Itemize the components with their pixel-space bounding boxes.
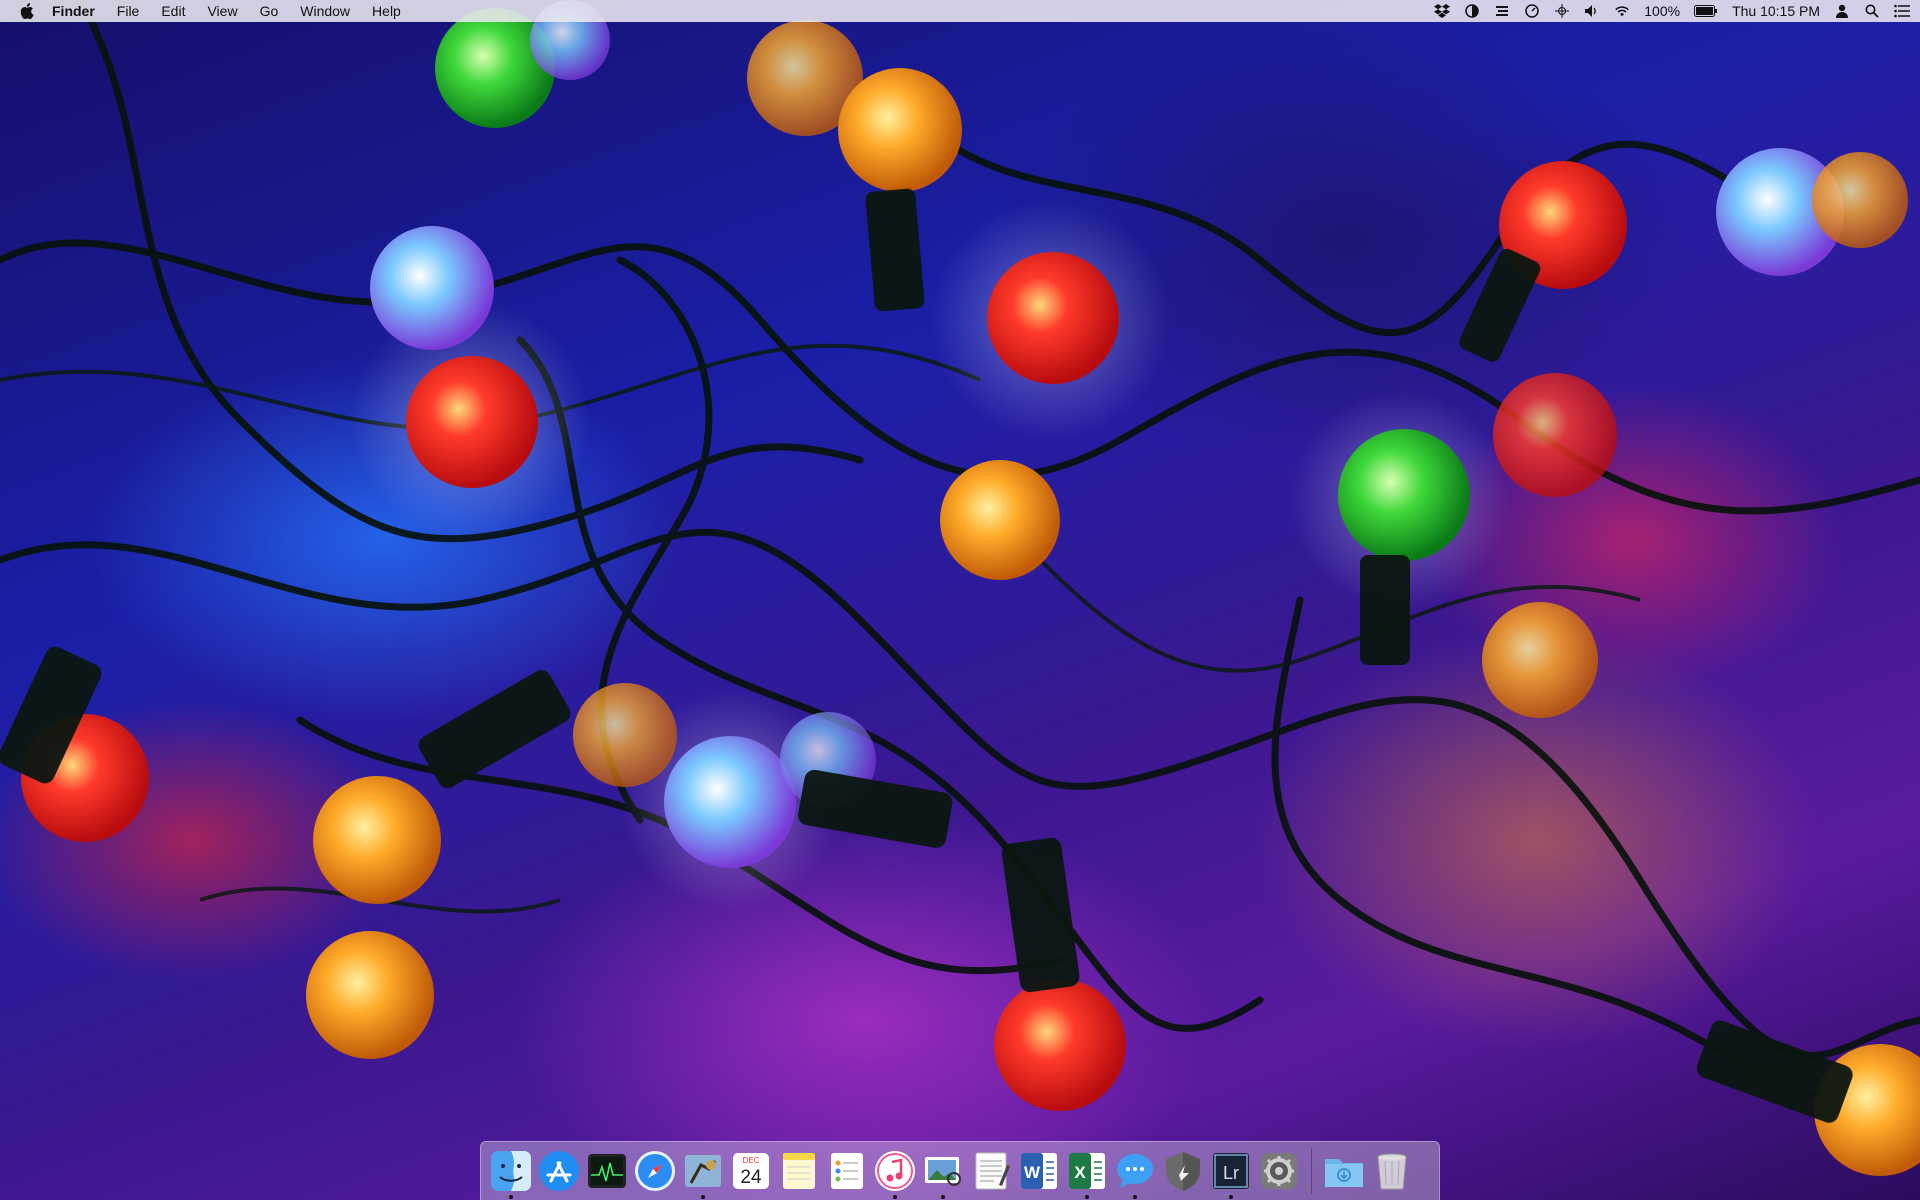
menu-bar: Finder File Edit View Go Window Help 100…	[0, 0, 1920, 22]
codeshield-icon[interactable]	[1161, 1149, 1205, 1193]
menu-view[interactable]: View	[207, 3, 237, 19]
itunes-icon[interactable]	[873, 1149, 917, 1199]
stack-icon[interactable]	[1494, 3, 1510, 19]
volume-icon[interactable]	[1584, 3, 1600, 19]
notes-icon[interactable]	[777, 1149, 821, 1193]
contrast-icon[interactable]	[1464, 3, 1480, 19]
calendar-day: 24	[740, 1167, 762, 1188]
preview-icon[interactable]	[921, 1149, 965, 1199]
reminders-icon[interactable]	[825, 1149, 869, 1193]
menu-file[interactable]: File	[117, 3, 140, 19]
lightroom-icon[interactable]: Lr	[1209, 1149, 1253, 1199]
running-indicator	[701, 1195, 705, 1199]
calendar-icon[interactable]: DEC 24	[729, 1149, 773, 1193]
mail-icon[interactable]	[681, 1149, 725, 1199]
app-store-icon[interactable]	[537, 1149, 581, 1193]
dropbox-icon[interactable]	[1434, 3, 1451, 19]
notification-list-icon[interactable]	[1894, 3, 1910, 19]
user-icon[interactable]	[1834, 3, 1850, 19]
word-label: W	[1024, 1163, 1041, 1182]
crosshair-icon[interactable]	[1554, 3, 1570, 19]
dock: DEC 24 W X Lr	[480, 1141, 1440, 1200]
menu-go[interactable]: Go	[260, 3, 279, 19]
calendar-month: DEC	[743, 1156, 760, 1165]
battery-percentage: 100%	[1644, 3, 1681, 19]
word-icon[interactable]: W	[1017, 1149, 1061, 1193]
finder-icon[interactable]	[489, 1149, 533, 1199]
dock-separator	[1311, 1148, 1312, 1194]
menu-clock[interactable]: Thu 10:15 PM	[1732, 3, 1820, 19]
running-indicator	[1229, 1195, 1233, 1199]
excel-label: X	[1074, 1163, 1086, 1182]
desktop[interactable]: Finder File Edit View Go Window Help 100…	[0, 0, 1920, 1200]
apple-menu-icon[interactable]	[20, 3, 34, 19]
battery-icon[interactable]	[1694, 3, 1718, 19]
menu-bar-left: Finder File Edit View Go Window Help	[20, 3, 423, 19]
safari-icon[interactable]	[633, 1149, 677, 1193]
excel-icon[interactable]: X	[1065, 1149, 1109, 1199]
speedometer-icon[interactable]	[1524, 3, 1540, 19]
system-preferences-icon[interactable]	[1257, 1149, 1301, 1193]
menu-help[interactable]: Help	[372, 3, 401, 19]
activity-monitor-icon[interactable]	[585, 1149, 629, 1193]
running-indicator	[1133, 1195, 1137, 1199]
wifi-icon[interactable]	[1614, 3, 1630, 19]
lightroom-label: Lr	[1223, 1163, 1239, 1183]
running-indicator	[893, 1195, 897, 1199]
running-indicator	[509, 1195, 513, 1199]
menu-window[interactable]: Window	[300, 3, 350, 19]
menu-app-name[interactable]: Finder	[52, 3, 95, 19]
running-indicator	[941, 1195, 945, 1199]
menu-edit[interactable]: Edit	[161, 3, 185, 19]
search-icon[interactable]	[1864, 3, 1880, 19]
running-indicator	[1085, 1195, 1089, 1199]
trash-icon[interactable]	[1370, 1149, 1414, 1193]
textedit-icon[interactable]	[969, 1149, 1013, 1193]
messages-icon[interactable]	[1113, 1149, 1157, 1199]
menu-bar-status-area: 100% Thu 10:15 PM	[1434, 3, 1910, 19]
wallpaper-christmas-lights	[0, 0, 1920, 1176]
downloads-folder-icon[interactable]	[1322, 1149, 1366, 1193]
